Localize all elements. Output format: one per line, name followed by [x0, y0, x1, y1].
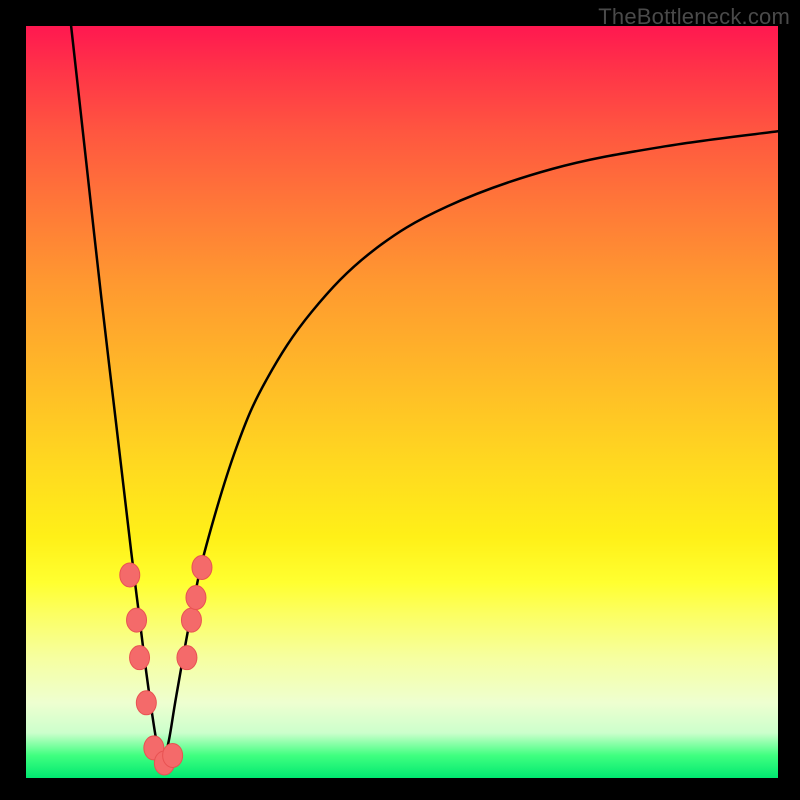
watermark-text: TheBottleneck.com	[598, 4, 790, 30]
chart-frame: TheBottleneck.com	[0, 0, 800, 800]
data-marker	[181, 608, 201, 632]
data-marker	[127, 608, 147, 632]
bottleneck-curve-right	[161, 131, 778, 770]
data-marker	[136, 691, 156, 715]
data-markers	[120, 555, 212, 775]
data-marker	[186, 586, 206, 610]
data-marker	[163, 743, 183, 767]
data-marker	[192, 555, 212, 579]
data-marker	[120, 563, 140, 587]
data-marker	[130, 646, 150, 670]
curve-layer	[26, 26, 778, 778]
plot-area	[26, 26, 778, 778]
data-marker	[177, 646, 197, 670]
